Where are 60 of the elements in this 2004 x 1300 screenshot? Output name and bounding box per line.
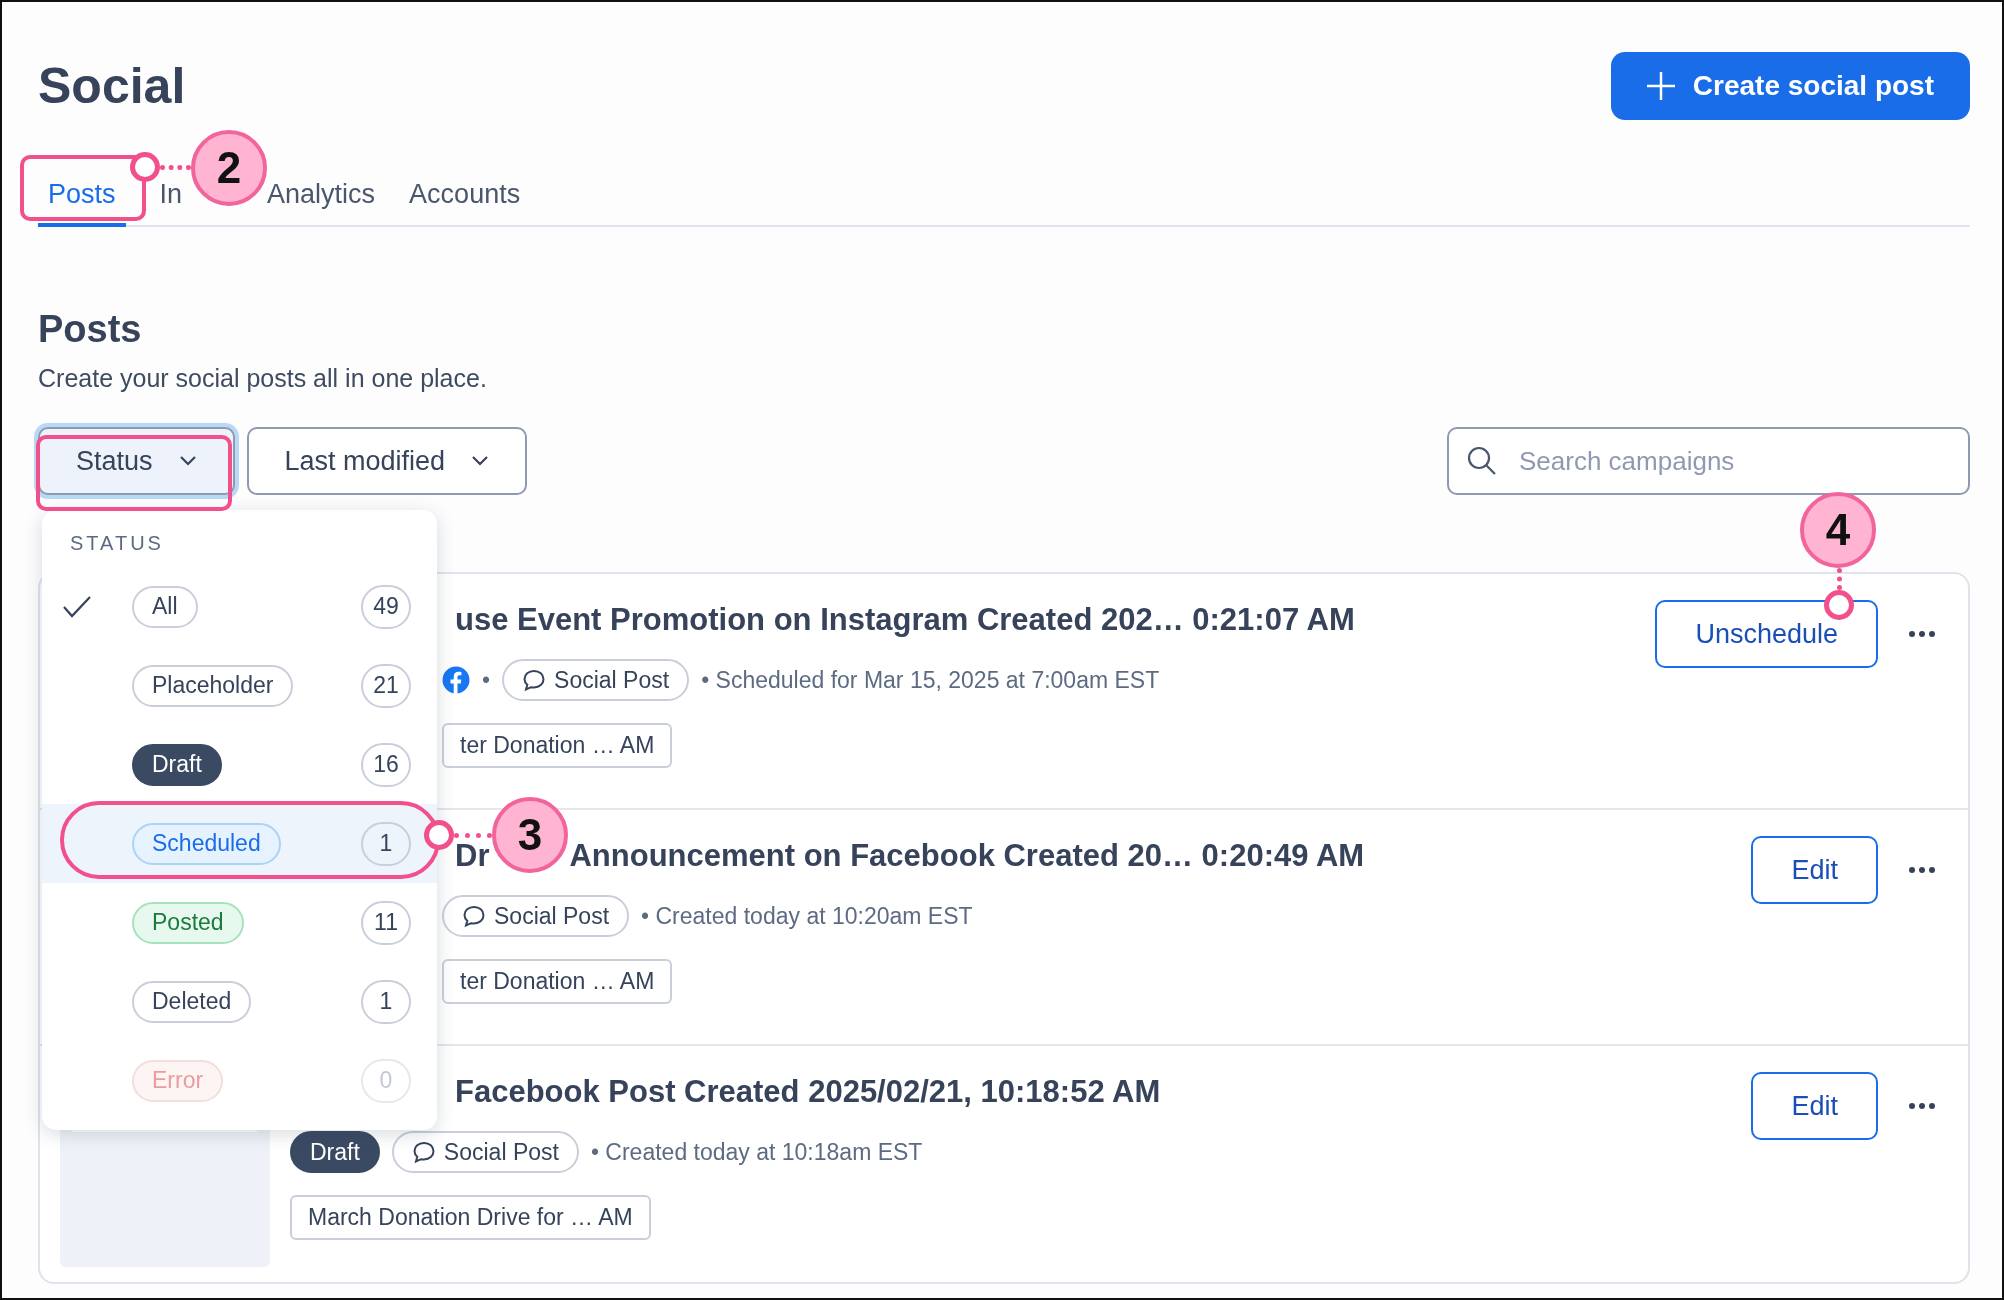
menu-item[interactable]: Posted 11 [42,883,437,962]
post-title: use Event Promotion on Instagram Created 202… 0:21:07 AM [455,604,1355,636]
chevron-down-icon [178,455,197,467]
callout-badge: 4 [1800,492,1876,568]
count-badge: 49 [361,584,411,629]
campaign-tag: March Donation Drive for … AM [290,1195,651,1240]
menu-item[interactable]: Draft 16 [42,725,437,804]
action-button[interactable]: Edit [1751,836,1878,904]
tab[interactable]: In [159,181,183,227]
type-label: Social Post [494,902,610,930]
type-label: Social Post [443,1138,559,1166]
callout-ring [130,152,160,182]
chat-bubble-icon [522,668,547,692]
post-title: Facebook Post Created 2025/02/21, 10:18:52 AM [455,1076,1161,1108]
section-heading: Posts [38,307,143,351]
campaign-tag: ter Donation … AM [442,959,673,1004]
count-badge: 0 [361,1058,411,1103]
menu-item[interactable]: All 49 [42,567,437,646]
separator-dot: • [482,666,491,694]
filter-dropdown[interactable]: Last modified [246,427,528,495]
chat-bubble-icon [411,1140,436,1164]
status-label: Posted [132,901,244,944]
menu-item[interactable]: Placeholder 21 [42,646,437,725]
campaign-tag: ter Donation … AM [442,723,673,768]
post-title: Dr [455,840,490,872]
status-label: Placeholder [132,664,294,707]
facebook-icon [442,666,470,694]
status-label: All [132,585,198,628]
page-title: Social [38,57,186,115]
chevron-down-icon [471,455,490,467]
status-label: Deleted [132,980,252,1023]
action-button[interactable]: Edit [1751,1072,1878,1140]
plus-icon [1644,70,1677,102]
count-badge: 1 [361,821,411,866]
search-icon [1467,446,1497,476]
section-subtitle: Create your social posts all in one place. [38,363,488,393]
post-info: • Scheduled for Mar 15, 2025 at 7:00am EST [701,666,1160,694]
count-badge: 11 [361,900,411,945]
action-button[interactable]: Unschedule [1655,600,1878,668]
menu-heading: STATUS [70,532,165,555]
status-label: Scheduled [132,822,281,865]
chat-bubble-icon [462,904,486,928]
tab[interactable]: Accounts [409,181,521,227]
count-badge: 16 [361,742,411,787]
type-label: Social Post [554,666,670,694]
post-info: • Created today at 10:18am EST [590,1138,923,1166]
status-label: Error [132,1059,224,1102]
post-title: Announcement on Facebook Created 20… 0:20:49 AM [569,840,1365,872]
menu-item[interactable]: Scheduled 1 [42,804,437,883]
status-badge: Draft [290,1131,380,1173]
callout-badge: 2 [191,130,267,206]
count-badge: 1 [361,979,411,1024]
create-post-button[interactable]: Create social post [1610,52,1970,120]
status-label: Draft [132,743,222,786]
tab[interactable]: Posts [38,181,126,227]
search-field[interactable]: Search campaigns [1447,427,1970,495]
menu-item[interactable]: Deleted 1 [42,962,437,1041]
count-badge: 21 [361,663,411,708]
tab[interactable]: Analytics [267,181,376,227]
post-info: • Created today at 10:20am EST [641,902,973,930]
